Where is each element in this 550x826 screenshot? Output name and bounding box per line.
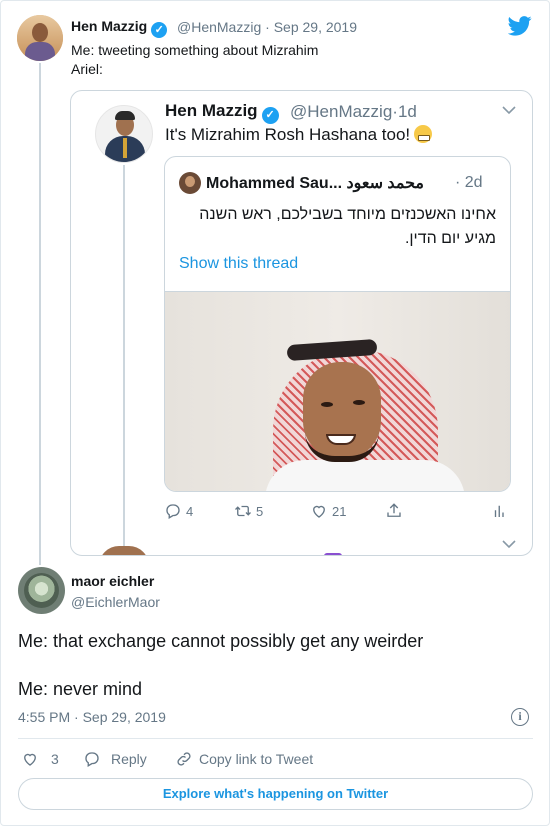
share-icon [387, 503, 401, 517]
avatar-hen-mazzig[interactable] [17, 15, 63, 61]
tweet-text: Me: tweeting something about Mizrahim Ar… [71, 41, 318, 79]
avatar-quoted[interactable] [179, 172, 201, 194]
quoted-tweet-text: אחינו האשכנזים מיוחד בשבילכם, ראש השנה מ… [176, 203, 496, 251]
reply-icon [85, 752, 99, 767]
like-count: 3 [51, 751, 59, 767]
retweet-count: 5 [256, 503, 264, 519]
avatar-embedded[interactable] [95, 105, 153, 163]
embedded-handle-line[interactable]: @HenMazzig·1d [290, 102, 417, 122]
embedded-author-name[interactable]: Hen Mazzig ✓ [165, 101, 279, 124]
reply-icon [166, 504, 180, 519]
embedded-thread-line [123, 165, 125, 555]
embedded-author-handle[interactable]: @HenMazzig [290, 102, 392, 121]
verified-badge-icon: ✓ [151, 22, 168, 38]
tweet-embed-frame: Hen Mazzig ✓ @HenMazzig · Sep 29, 2019 Me… [0, 0, 550, 826]
explore-button[interactable]: Explore what's happening on Twitter [18, 778, 533, 810]
embedded-tweet-text: It's Mizrahim Rosh Hashana too! [165, 125, 433, 145]
author-handle-line[interactable]: @HenMazzig · Sep 29, 2019 [177, 19, 357, 35]
quoted-tweet[interactable]: Mohammed Sau... محمد سعود · 2d אחינו האש… [164, 156, 511, 492]
reply-timestamp[interactable]: 4:55 PM · Sep 29, 2019 [18, 709, 166, 725]
divider [18, 738, 533, 739]
author-handle[interactable]: @HenMazzig [177, 19, 261, 35]
reply-text-line-1: Me: that exchange cannot possibly get an… [18, 631, 424, 651]
embedded-tweet-card[interactable]: Hen Mazzig ✓ @HenMazzig·1d It's Mizrahim … [70, 90, 533, 556]
like-count: 21 [332, 503, 347, 519]
embedded-age[interactable]: 1d [398, 102, 417, 121]
quoted-text-line-1: אחינו האשכנזים מיוחד בשבילכם, ראש השנה [199, 206, 496, 223]
heart-icon [24, 753, 36, 766]
copy-link-button[interactable]: Copy link to Tweet [175, 750, 313, 768]
reply-action[interactable]: 4 [164, 502, 193, 520]
avatar-maor-eichler[interactable] [18, 567, 65, 614]
reply-text-line-2: Me: never mind [18, 679, 143, 699]
next-tweet-peek [324, 553, 342, 555]
quoted-author-name[interactable]: Mohammed Sau... محمد سعود [206, 173, 424, 193]
separator: · [265, 19, 270, 35]
heart-icon [313, 505, 325, 518]
copy-link-label: Copy link to Tweet [199, 751, 314, 767]
chevron-down-icon[interactable] [502, 539, 516, 549]
info-icon[interactable]: i [511, 708, 529, 726]
embedded-action-bar: 4 5 21 [164, 499, 511, 523]
reply-count: 4 [186, 503, 194, 519]
grimacing-emoji-icon [414, 125, 433, 143]
quoted-text-line-2: מגיע יום הדין. [404, 230, 496, 247]
next-tweet-avatar-peek [99, 546, 149, 555]
reply-author-name[interactable]: maor eichler [71, 573, 154, 589]
tweet-text-line-2: Ariel: [71, 61, 103, 77]
analytics-action[interactable] [491, 502, 509, 520]
like-action[interactable]: 21 [310, 502, 346, 520]
link-icon [177, 752, 191, 766]
retweet-icon [235, 505, 251, 517]
thread-line [39, 63, 41, 565]
verified-badge-icon: ✓ [261, 107, 279, 124]
show-thread-link[interactable]: Show this thread [179, 255, 298, 273]
like-button[interactable]: 3 [21, 750, 59, 768]
tweet-text-line-1: Me: tweeting something about Mizrahim [71, 42, 319, 58]
reply-label: Reply [111, 751, 147, 767]
quoted-video-thumbnail[interactable] [165, 291, 510, 491]
analytics-icon [494, 505, 504, 517]
twitter-bird-icon[interactable] [508, 15, 532, 37]
tweet-date[interactable]: Sep 29, 2019 [274, 19, 357, 35]
reply-author-handle[interactable]: @EichlerMaor [71, 594, 160, 610]
chevron-down-icon[interactable] [502, 105, 516, 115]
share-action[interactable] [385, 502, 403, 520]
author-name[interactable]: Hen Mazzig ✓ [71, 18, 168, 38]
quoted-age[interactable]: · 2d [455, 174, 483, 192]
retweet-action[interactable]: 5 [234, 502, 263, 520]
reply-button[interactable]: Reply [83, 750, 147, 768]
